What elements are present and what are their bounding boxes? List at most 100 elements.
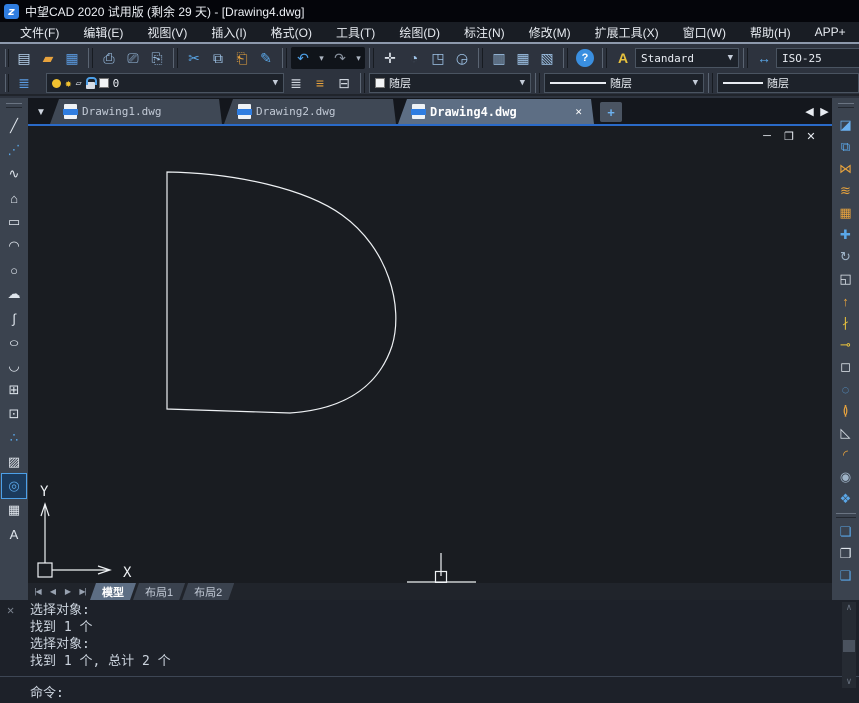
text-style-icon[interactable]: A: [611, 47, 635, 69]
d-shape-region[interactable]: [167, 172, 396, 413]
menu-tools[interactable]: 工具(T): [324, 22, 387, 43]
zoom-previous-icon[interactable]: ◶: [450, 47, 474, 69]
layer-properties-icon[interactable]: ≣: [12, 72, 36, 94]
new-file-icon[interactable]: ▤: [12, 47, 36, 69]
explode-icon[interactable]: ❖: [834, 488, 858, 510]
zoom-window-icon[interactable]: ◳: [426, 47, 450, 69]
erase-icon[interactable]: ◪: [834, 114, 858, 136]
tool-palettes-icon[interactable]: ▧: [535, 47, 559, 69]
rotate-icon[interactable]: ↻: [834, 246, 858, 268]
match-properties-icon[interactable]: ✎: [254, 47, 278, 69]
model-space[interactable]: Y X: [28, 126, 832, 583]
redo-icon[interactable]: ↷: [328, 47, 352, 69]
menu-modify[interactable]: 修改(M): [517, 22, 583, 43]
copy-object-icon[interactable]: ⧉: [834, 136, 858, 158]
circle-icon[interactable]: ○: [2, 258, 26, 282]
bring-above-objects-icon[interactable]: ❑: [834, 565, 858, 587]
mirror-icon[interactable]: ⋈: [834, 158, 858, 180]
pan-icon[interactable]: ✛: [378, 47, 402, 69]
text-style-combobox[interactable]: Standard ▼: [635, 48, 739, 68]
help-icon[interactable]: ?: [576, 49, 594, 67]
bring-to-front-icon[interactable]: ❏: [834, 521, 858, 543]
make-block-icon[interactable]: ⊡: [2, 402, 26, 426]
fillet-icon[interactable]: ◜: [834, 444, 858, 466]
publish-icon[interactable]: ⎘: [145, 47, 169, 69]
layout-tab[interactable]: 布局1: [133, 583, 185, 600]
last-layout-button[interactable]: ▶|: [75, 583, 90, 600]
region-icon[interactable]: ◎: [2, 474, 26, 498]
save-icon[interactable]: ▦: [60, 47, 84, 69]
toolbar-grip[interactable]: [5, 49, 9, 67]
color-combobox[interactable]: 随层 ▼: [369, 73, 531, 93]
layer-unlock-icon[interactable]: [86, 82, 95, 89]
document-tab[interactable]: Drawing2.dwg: [224, 99, 396, 124]
menu-edit[interactable]: 编辑(E): [71, 22, 135, 43]
menu-help[interactable]: 帮助(H): [738, 22, 803, 43]
scale-icon[interactable]: ◱: [834, 268, 858, 290]
layer-on-bulb-icon[interactable]: [52, 79, 61, 88]
scroll-down-icon[interactable]: ∨: [842, 677, 856, 687]
menu-insert[interactable]: 插入(I): [199, 22, 258, 43]
tab-scroll-right-icon[interactable]: ▶: [817, 105, 832, 118]
command-panel-close-icon[interactable]: ✕: [7, 603, 14, 617]
menu-dimension[interactable]: 标注(N): [452, 22, 517, 43]
menu-format[interactable]: 格式(O): [259, 22, 324, 43]
line-icon[interactable]: ╱: [2, 114, 26, 138]
offset-icon[interactable]: ≋: [834, 180, 858, 202]
cut-icon[interactable]: ✂: [182, 47, 206, 69]
layer-freeze-sun-icon[interactable]: ✸: [65, 77, 72, 90]
hatch-icon[interactable]: ▨: [2, 450, 26, 474]
lineweight-combobox[interactable]: 随层: [717, 73, 859, 93]
next-layout-button[interactable]: ▶: [60, 583, 75, 600]
undo-icon[interactable]: ↶: [291, 47, 315, 69]
send-to-back-icon[interactable]: ❐: [834, 543, 858, 565]
ellipse-arc-icon[interactable]: ◡: [2, 354, 26, 378]
mtext-icon[interactable]: A: [2, 522, 26, 546]
join-icon[interactable]: ≬: [834, 400, 858, 422]
extend-icon[interactable]: ⊸: [834, 334, 858, 356]
properties-palette-icon[interactable]: ▥: [487, 47, 511, 69]
command-prompt[interactable]: 命令:: [0, 676, 859, 701]
chamfer-icon[interactable]: ◺: [834, 422, 858, 444]
break-at-point-icon[interactable]: ◻: [834, 356, 858, 378]
dim-style-combobox[interactable]: ISO-25 ▼: [776, 48, 859, 68]
redo-dropdown-icon[interactable]: ▾: [352, 47, 365, 69]
prev-layout-button[interactable]: ◀: [45, 583, 60, 600]
trim-icon[interactable]: ∤: [834, 312, 858, 334]
arc-icon[interactable]: ◠: [2, 234, 26, 258]
scrollbar-thumb[interactable]: [843, 640, 855, 652]
open-folder-icon[interactable]: ▰: [36, 47, 60, 69]
print-icon[interactable]: ⎙: [97, 47, 121, 69]
design-center-icon[interactable]: ▦: [511, 47, 535, 69]
document-tab[interactable]: Drawing1.dwg: [50, 99, 222, 124]
insert-block-icon[interactable]: ⊞: [2, 378, 26, 402]
layer-previous-icon[interactable]: ≡: [308, 72, 332, 94]
command-scrollbar[interactable]: ∧ ∨: [842, 602, 856, 688]
layout-tab[interactable]: 模型: [90, 583, 136, 600]
array-icon[interactable]: ▦: [834, 202, 858, 224]
move-icon[interactable]: ✚: [834, 224, 858, 246]
print-preview-icon[interactable]: ⎚: [121, 47, 145, 69]
spline-icon[interactable]: ∫: [2, 306, 26, 330]
tab-close-icon[interactable]: ✕: [575, 105, 582, 118]
tab-scroll-left-icon[interactable]: ◀: [802, 105, 817, 118]
toolbar-grip[interactable]: [5, 74, 9, 92]
layer-states-icon[interactable]: ≣: [284, 72, 308, 94]
paste-icon[interactable]: ⎗: [230, 47, 254, 69]
menu-app[interactable]: APP+: [803, 23, 858, 41]
ellipse-icon[interactable]: ○: [0, 330, 31, 354]
point-icon[interactable]: ∴: [2, 426, 26, 450]
scroll-up-icon[interactable]: ∧: [842, 603, 856, 613]
document-tab[interactable]: Drawing4.dwg ✕: [398, 99, 594, 124]
dim-style-icon[interactable]: ↔: [752, 47, 776, 69]
first-layout-button[interactable]: |◀: [30, 583, 45, 600]
table-icon[interactable]: ▦: [2, 498, 26, 522]
menu-draw[interactable]: 绘图(D): [387, 22, 452, 43]
toolbar-grip[interactable]: [838, 103, 854, 108]
layer-combobox[interactable]: ✸ ▱ 0 ▼: [46, 73, 284, 93]
layout-tab[interactable]: 布局2: [182, 583, 234, 600]
linetype-combobox[interactable]: 随层 ▼: [544, 73, 704, 93]
undo-dropdown-icon[interactable]: ▾: [315, 47, 328, 69]
stretch-icon[interactable]: ↑: [834, 290, 858, 312]
menu-express[interactable]: 扩展工具(X): [583, 22, 671, 43]
